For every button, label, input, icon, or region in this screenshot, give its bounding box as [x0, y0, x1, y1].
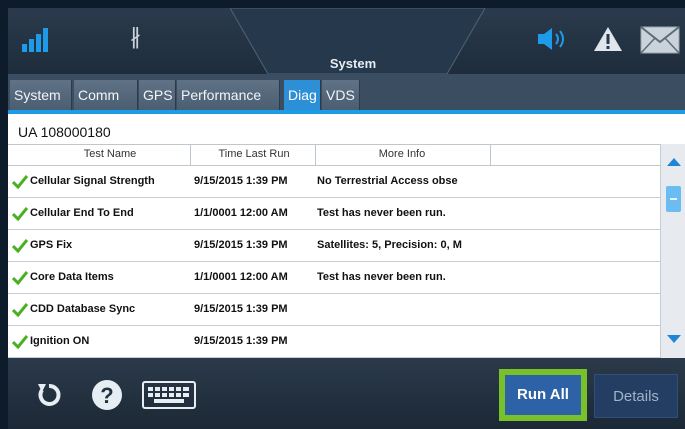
tab-diag[interactable]: Diag [284, 80, 321, 110]
check-icon [12, 175, 28, 189]
time-last-run: 1/1/0001 12:00 AM [194, 271, 288, 283]
tab-bar: System Comm GPS Performance Diag VDS [8, 74, 685, 114]
table-row[interactable]: GPS Fix 9/15/2015 1:39 PM Satellites: 5,… [8, 230, 660, 262]
refresh-icon[interactable] [32, 378, 66, 412]
more-info: Satellites: 5, Precision: 0, M [317, 239, 462, 251]
warning-icon[interactable] [593, 26, 623, 52]
table-row[interactable]: Cellular End To End 1/1/0001 12:00 AM Te… [8, 198, 660, 230]
column-header-more-info: More Info [378, 148, 426, 160]
tab-vds[interactable]: VDS [322, 80, 360, 110]
time-last-run: 9/15/2015 1:39 PM [194, 239, 288, 251]
app-screen: System ∦ System Comm GPS Performance Dia… [8, 8, 685, 429]
details-button[interactable]: Details [594, 374, 678, 418]
column-header-time-last-run: Time Last Run [218, 148, 290, 160]
speaker-icon[interactable] [536, 26, 572, 52]
table-scrollbar[interactable] [660, 144, 685, 358]
screen-title: System [329, 56, 377, 71]
test-name: Ignition ON [30, 335, 90, 347]
check-icon [12, 303, 28, 317]
column-divider [315, 145, 316, 165]
status-bar: System ∦ [8, 8, 685, 74]
check-icon [12, 207, 28, 221]
test-name: Core Data Items [30, 271, 114, 283]
scroll-up-icon[interactable] [667, 158, 681, 166]
test-name: Cellular End To End [30, 207, 134, 219]
bottom-toolbar: ? Run All Details [8, 358, 685, 429]
scroll-down-icon[interactable] [667, 335, 681, 343]
more-info: Test has never been run. [317, 271, 446, 283]
time-last-run: 9/15/2015 1:39 PM [194, 303, 288, 315]
table-row[interactable]: Core Data Items 1/1/0001 12:00 AM Test h… [8, 262, 660, 294]
unit-id-label: UA 108000180 [18, 124, 111, 140]
column-divider [190, 145, 191, 165]
signal-icon [22, 28, 48, 52]
test-name: GPS Fix [30, 239, 73, 251]
more-info: Test has never been run. [317, 207, 446, 219]
run-all-button[interactable]: Run All [505, 375, 581, 415]
bluetooth-icon: ∦ [130, 24, 141, 49]
time-last-run: 9/15/2015 1:39 PM [194, 335, 288, 347]
column-divider [490, 145, 491, 165]
svg-text:?: ? [100, 383, 113, 408]
time-last-run: 1/1/0001 12:00 AM [194, 207, 288, 219]
help-icon[interactable]: ? [90, 378, 124, 412]
scroll-thumb[interactable] [666, 186, 681, 212]
column-header-test-name: Test Name [83, 148, 137, 160]
keyboard-icon[interactable] [142, 378, 196, 412]
run-all-highlight: Run All [499, 369, 587, 421]
test-name: CDD Database Sync [30, 303, 136, 315]
diagnostics-table: Test Name Time Last Run More Info Cellul… [8, 144, 660, 359]
check-icon [12, 271, 28, 285]
table-row[interactable]: CDD Database Sync 9/15/2015 1:39 PM [8, 294, 660, 326]
tab-comm[interactable]: Comm [74, 80, 138, 110]
table-row[interactable]: Cellular Signal Strength 9/15/2015 1:39 … [8, 166, 660, 198]
tab-system[interactable]: System [10, 80, 72, 110]
check-icon [12, 239, 28, 253]
mail-icon[interactable] [640, 26, 680, 54]
tab-gps[interactable]: GPS [139, 80, 176, 110]
more-info: No Terrestrial Access obse [317, 175, 458, 187]
table-row[interactable]: Ignition ON 9/15/2015 1:39 PM [8, 326, 660, 358]
test-name: Cellular Signal Strength [30, 175, 155, 187]
check-icon [12, 335, 28, 349]
table-header: Test Name Time Last Run More Info [8, 145, 660, 166]
time-last-run: 9/15/2015 1:39 PM [194, 175, 288, 187]
tab-performance[interactable]: Performance [177, 80, 280, 110]
